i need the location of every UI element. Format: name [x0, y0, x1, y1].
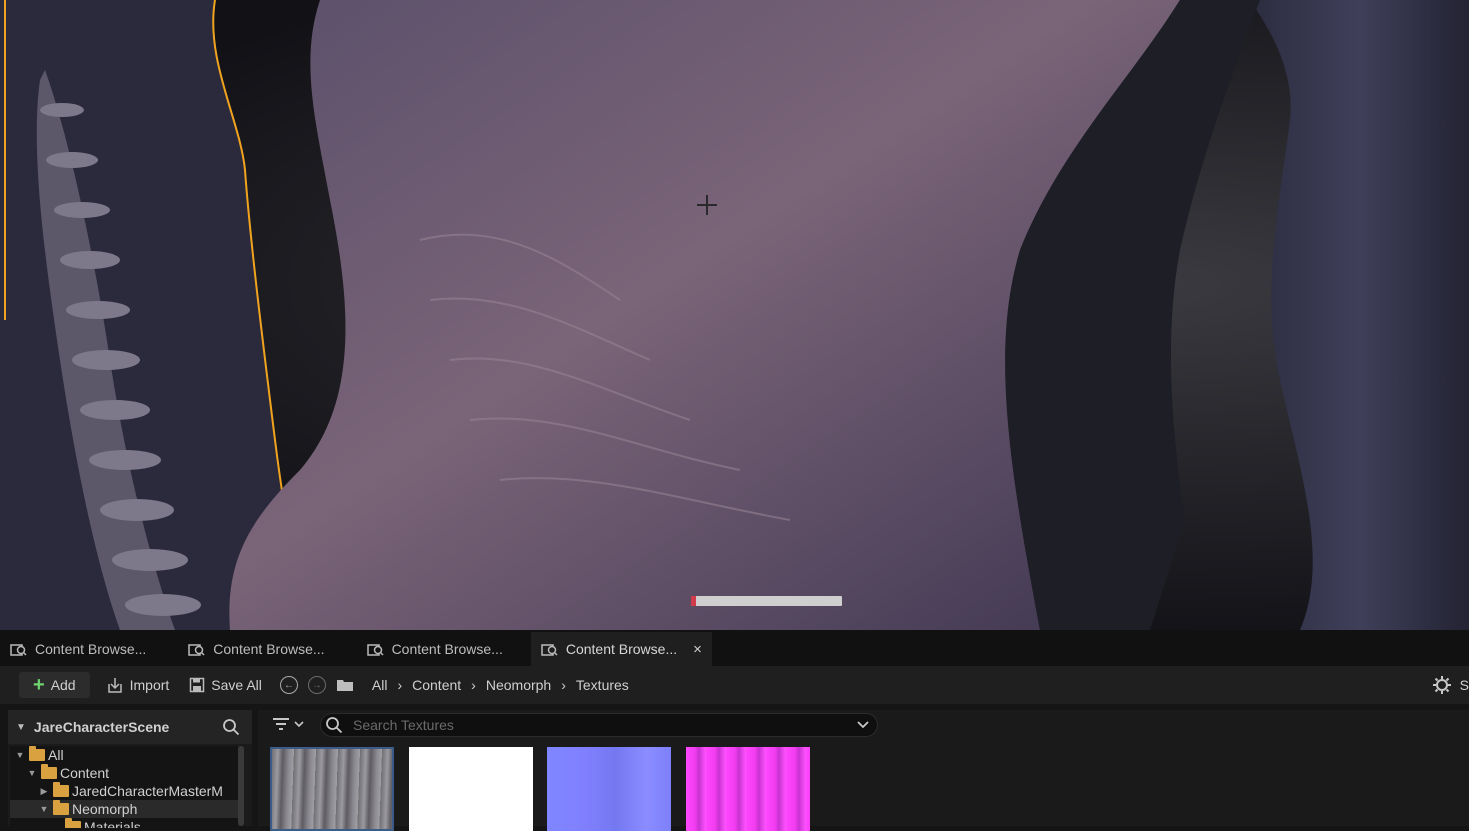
folder-icon	[53, 782, 69, 797]
tree-item-content[interactable]: ▼ Content	[10, 764, 238, 782]
tab-label: Content Browse...	[391, 641, 503, 657]
back-arrow-icon[interactable]: ←	[279, 676, 298, 694]
tab-label: Content Browse...	[565, 641, 678, 657]
folder-icon	[53, 800, 69, 815]
expanded-triangle-icon[interactable]: ▼	[38, 804, 50, 814]
plus-icon: +	[33, 674, 45, 696]
tree-item-label: Materials	[84, 819, 141, 828]
settings-label: S	[1459, 677, 1469, 693]
texture-thumbnail-packed[interactable]	[686, 747, 810, 831]
add-button[interactable]: + Add	[19, 672, 90, 698]
filter-button[interactable]	[272, 716, 304, 732]
tab-content-browser-1[interactable]: Content Browse...	[0, 632, 156, 666]
tree-item-jaredcharactermaster[interactable]: ▶ JaredCharacterMasterM	[10, 782, 238, 800]
import-button[interactable]: Import	[96, 672, 180, 698]
collapse-triangle-icon[interactable]: ▼	[16, 722, 26, 733]
sources-panel: ▼ JareCharacterScene ▼ All ▼ Content ▶ J…	[8, 710, 252, 828]
tab-content-browser-3[interactable]: Content Browse...	[357, 632, 513, 666]
folder-icon	[41, 764, 57, 779]
save-icon	[190, 677, 205, 693]
chevron-right-icon: ›	[561, 677, 566, 693]
filter-icon	[273, 718, 289, 730]
import-label: Import	[129, 677, 170, 693]
content-browser-icon	[10, 643, 27, 656]
expanded-triangle-icon[interactable]: ▼	[26, 768, 38, 778]
search-icon[interactable]	[222, 718, 240, 736]
content-browser-tabs: Content Browse... Content Browse... Cont…	[0, 630, 1469, 666]
chevron-right-icon: ›	[471, 677, 476, 693]
save-all-button[interactable]: Save All	[179, 672, 272, 698]
folder-icon	[65, 818, 81, 828]
add-label: Add	[50, 677, 76, 693]
level-viewport[interactable]	[0, 0, 1469, 630]
tree-item-label: Content	[60, 765, 110, 781]
close-tab-icon[interactable]: ×	[693, 641, 702, 658]
loading-progress-fill	[691, 596, 696, 606]
chevron-right-icon: ›	[397, 677, 403, 693]
folder-tree: ▼ All ▼ Content ▶ JaredCharacterMasterM …	[10, 746, 238, 828]
content-browser-toolbar: + Add Import Save All ← → All › Content …	[0, 666, 1469, 704]
creature-render	[0, 0, 1469, 630]
expanded-triangle-icon[interactable]: ▼	[14, 750, 26, 760]
tree-item-materials[interactable]: Materials	[10, 818, 238, 828]
search-textures-field[interactable]	[320, 713, 878, 737]
settings-button[interactable]: S	[1432, 666, 1469, 704]
tree-item-label: JaredCharacterMasterM	[72, 783, 223, 799]
texture-thumbnail-base-color[interactable]	[270, 747, 394, 831]
breadcrumb-all[interactable]: All	[372, 677, 388, 693]
tree-scrollbar[interactable]	[238, 746, 244, 826]
chevron-down-icon[interactable]	[857, 721, 869, 729]
tab-label: Content Browse...	[35, 641, 147, 657]
breadcrumb-neomorph[interactable]: Neomorph	[486, 677, 551, 693]
search-icon	[326, 717, 343, 734]
tree-item-all[interactable]: ▼ All	[10, 746, 238, 764]
project-name: JareCharacterScene	[33, 719, 170, 735]
tree-item-label: Neomorph	[72, 801, 138, 817]
content-browser-icon	[366, 643, 384, 656]
chevron-down-icon	[294, 721, 304, 728]
folder-icon	[29, 746, 45, 761]
tab-content-browser-2[interactable]: Content Browse...	[178, 632, 334, 666]
folder-icon[interactable]	[336, 678, 354, 692]
content-browser-icon	[541, 643, 558, 656]
tab-label: Content Browse...	[213, 641, 325, 657]
search-input[interactable]	[351, 716, 835, 734]
gear-icon	[1432, 676, 1451, 694]
tree-item-neomorph[interactable]: ▼ Neomorph	[10, 800, 238, 818]
asset-view	[258, 710, 1469, 831]
breadcrumb-content[interactable]: Content	[412, 677, 461, 693]
crosshair	[697, 195, 717, 215]
breadcrumb-textures[interactable]: Textures	[576, 677, 629, 693]
texture-thumbnail-normal[interactable]	[547, 747, 671, 831]
import-icon	[107, 678, 122, 693]
content-browser-icon	[188, 643, 205, 656]
collapsed-triangle-icon[interactable]: ▶	[38, 786, 50, 797]
tree-item-label: All	[48, 747, 64, 763]
loading-progress-bar	[691, 596, 842, 606]
texture-thumbnail-white[interactable]	[409, 747, 533, 831]
save-all-label: Save All	[211, 677, 262, 693]
sources-header[interactable]: ▼ JareCharacterScene	[8, 710, 252, 744]
forward-arrow-icon[interactable]: →	[307, 676, 326, 694]
tab-content-browser-4[interactable]: Content Browse... ×	[530, 632, 712, 666]
